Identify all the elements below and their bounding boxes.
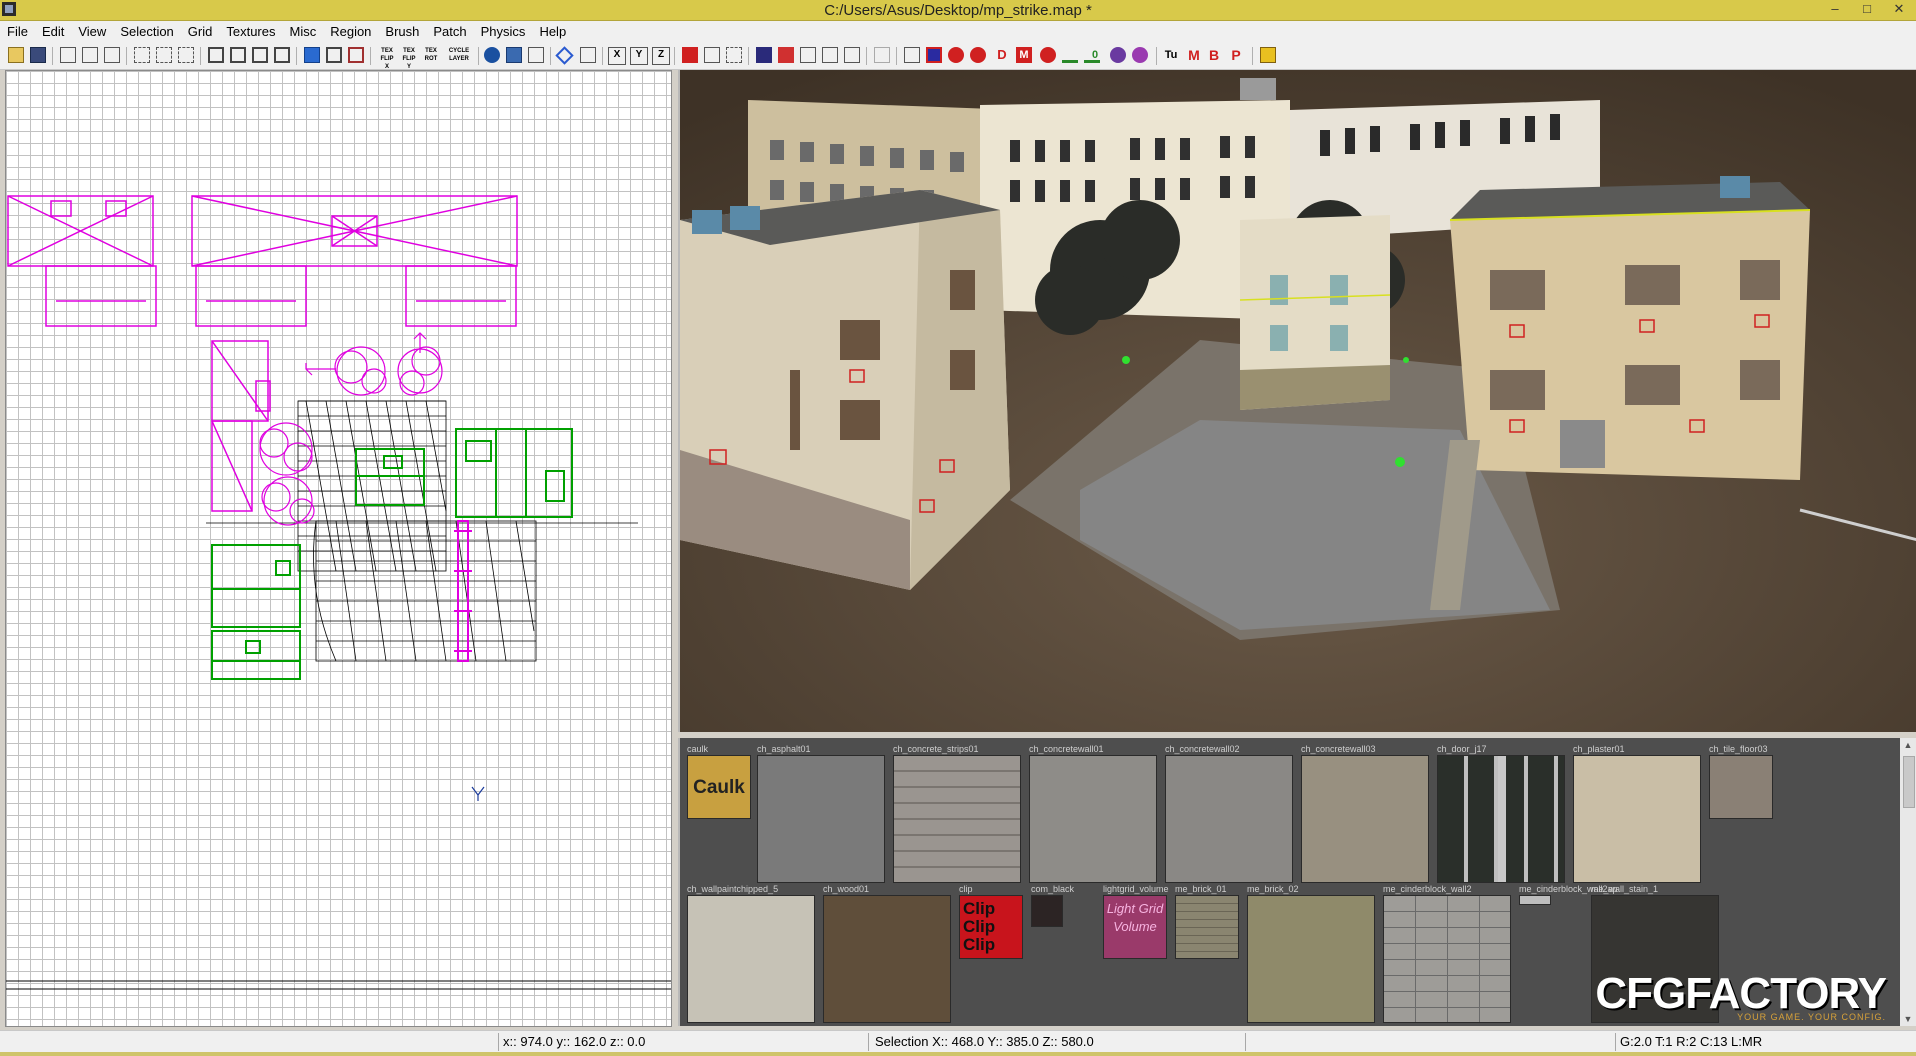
toolbar: TEX FLIP X TEX FLIP Y TEX ROT CYCLE LAYE… [0, 43, 1916, 70]
detail-button[interactable]: D [994, 47, 1010, 63]
menu-patch[interactable]: Patch [426, 21, 473, 43]
texture-scrollbar[interactable]: ▲ ▼ [1900, 738, 1916, 1026]
taskbar-strip [0, 1052, 1916, 1056]
brush-green-east[interactable] [455, 428, 573, 518]
menu-region[interactable]: Region [323, 21, 378, 43]
patch-cap-icon[interactable] [822, 47, 838, 63]
rotate-x-icon[interactable] [134, 47, 150, 63]
camera-view-3d[interactable] [678, 70, 1916, 732]
window-title: C:/Users/Asus/Desktop/mp_strike.map * [824, 2, 1092, 19]
filter-triggers-icon[interactable] [970, 47, 986, 63]
menu-grid[interactable]: Grid [181, 21, 220, 43]
brush-top-center[interactable] [191, 195, 518, 327]
brush-green-center[interactable] [355, 448, 425, 506]
patch-cone-icon[interactable] [800, 47, 816, 63]
close-button[interactable]: ✕ [1882, 0, 1916, 18]
grid-view-2d[interactable] [5, 70, 672, 1027]
select-partial-tall-icon[interactable] [252, 47, 268, 63]
view-y-button[interactable]: Y [630, 47, 648, 65]
menu-bar: File Edit View Selection Grid Textures M… [0, 21, 1916, 43]
menu-selection[interactable]: Selection [113, 21, 180, 43]
tex-flip-x-button[interactable]: TEX FLIP X [378, 47, 396, 70]
status-bar: x:: 974.0 y:: 162.0 z:: 0.0 Selection X:… [0, 1030, 1916, 1053]
title-bar: C:/Users/Asus/Desktop/mp_strike.map * – … [0, 0, 1916, 21]
rotate-z-icon[interactable] [178, 47, 194, 63]
menu-physics[interactable]: Physics [474, 21, 533, 43]
menu-file[interactable]: File [0, 21, 35, 43]
filter-world-icon[interactable] [682, 47, 698, 63]
minimize-button[interactable]: – [1818, 0, 1852, 18]
patch-thicken-icon[interactable] [844, 47, 860, 63]
brush-green-southwest[interactable] [211, 544, 301, 680]
csg-merge-icon[interactable] [326, 47, 342, 63]
view-z-button[interactable]: Z [652, 47, 670, 65]
scroll-down-icon[interactable]: ▼ [1900, 1012, 1916, 1026]
scene-render [680, 70, 1916, 732]
building-right [1449, 176, 1811, 480]
status-selection-coords: Selection X:: 468.0 Y:: 385.0 Z:: 580.0 [875, 1034, 1094, 1049]
status-cursor-coords: x:: 974.0 y:: 162.0 z:: 0.0 [503, 1034, 646, 1049]
save-icon[interactable] [30, 47, 46, 63]
menu-help[interactable]: Help [532, 21, 573, 43]
arrow-down-green-icon[interactable] [1062, 47, 1078, 63]
ungroup-icon[interactable] [1132, 47, 1148, 63]
m-button[interactable]: M [1186, 47, 1202, 63]
tex-flip-y-button[interactable]: TEX FLIP Y [400, 47, 418, 70]
patch-icon[interactable] [756, 47, 772, 63]
texture-browser[interactable]: caulk Caulk ch_asphalt01 ch_concrete_str… [678, 738, 1916, 1026]
watermark-logo: CFGFACTORY YOUR GAME. YOUR CONFIG. [1595, 969, 1887, 1023]
clipper-icon[interactable] [555, 46, 574, 65]
maximize-button[interactable]: □ [1850, 0, 1884, 18]
grid-brushes [6, 195, 671, 990]
filter-lights-icon[interactable] [1040, 47, 1056, 63]
csg-subtract-icon[interactable] [304, 47, 320, 63]
zoom-icon[interactable] [580, 47, 596, 63]
group-icon[interactable] [1110, 47, 1126, 63]
filter-entities-icon[interactable] [704, 47, 720, 63]
patch-bevel-icon[interactable] [778, 47, 794, 63]
patch-terrain[interactable] [206, 400, 638, 662]
brush-pole[interactable] [454, 520, 472, 662]
tu-button[interactable]: Tu [1162, 47, 1180, 63]
b-button[interactable]: B [1206, 47, 1222, 63]
view-x-button[interactable]: X [608, 47, 626, 65]
flip-y-icon[interactable] [82, 47, 98, 63]
menu-brush[interactable]: Brush [378, 21, 426, 43]
tex-rot-button[interactable]: TEX ROT [422, 47, 440, 63]
menu-view[interactable]: View [71, 21, 113, 43]
building-left-main [680, 190, 1010, 590]
brush-building-west[interactable] [211, 340, 271, 512]
flip-x-icon[interactable] [60, 47, 76, 63]
flip-z-icon[interactable] [104, 47, 120, 63]
zero-button[interactable]: 0 [1088, 47, 1102, 63]
menu-edit[interactable]: Edit [35, 21, 71, 43]
entity-list-icon[interactable] [904, 47, 920, 63]
filter-brushes-icon[interactable] [948, 47, 964, 63]
change-views-icon[interactable] [528, 47, 544, 63]
select-inside-icon[interactable] [274, 47, 290, 63]
brush-top-left[interactable] [7, 195, 157, 327]
select-touching-icon[interactable] [230, 47, 246, 63]
hollow-icon[interactable] [348, 47, 364, 63]
select-complete-tall-icon[interactable] [208, 47, 224, 63]
disabled-icon [874, 47, 890, 63]
rotate-y-icon[interactable] [156, 47, 172, 63]
texture-view-icon[interactable] [506, 47, 522, 63]
filter-patches-icon[interactable] [926, 47, 942, 63]
paint-icon[interactable] [1260, 47, 1276, 63]
scroll-thumb[interactable] [1903, 756, 1915, 808]
filter-areaportals-icon[interactable] [726, 47, 742, 63]
model-button[interactable]: M [1016, 47, 1032, 63]
menu-textures[interactable]: Textures [219, 21, 282, 43]
menu-misc[interactable]: Misc [283, 21, 324, 43]
camera-marker-icon[interactable] [471, 786, 485, 801]
scroll-up-icon[interactable]: ▲ [1900, 738, 1916, 752]
status-grid-info: G:2.0 T:1 R:2 C:13 L:MR [1620, 1034, 1763, 1049]
cycle-layer-button[interactable]: CYCLE LAYER [446, 47, 472, 63]
p-button[interactable]: P [1228, 47, 1244, 63]
camera-icon[interactable] [484, 47, 500, 63]
open-icon[interactable] [8, 47, 24, 63]
building-center-small [1239, 215, 1391, 410]
